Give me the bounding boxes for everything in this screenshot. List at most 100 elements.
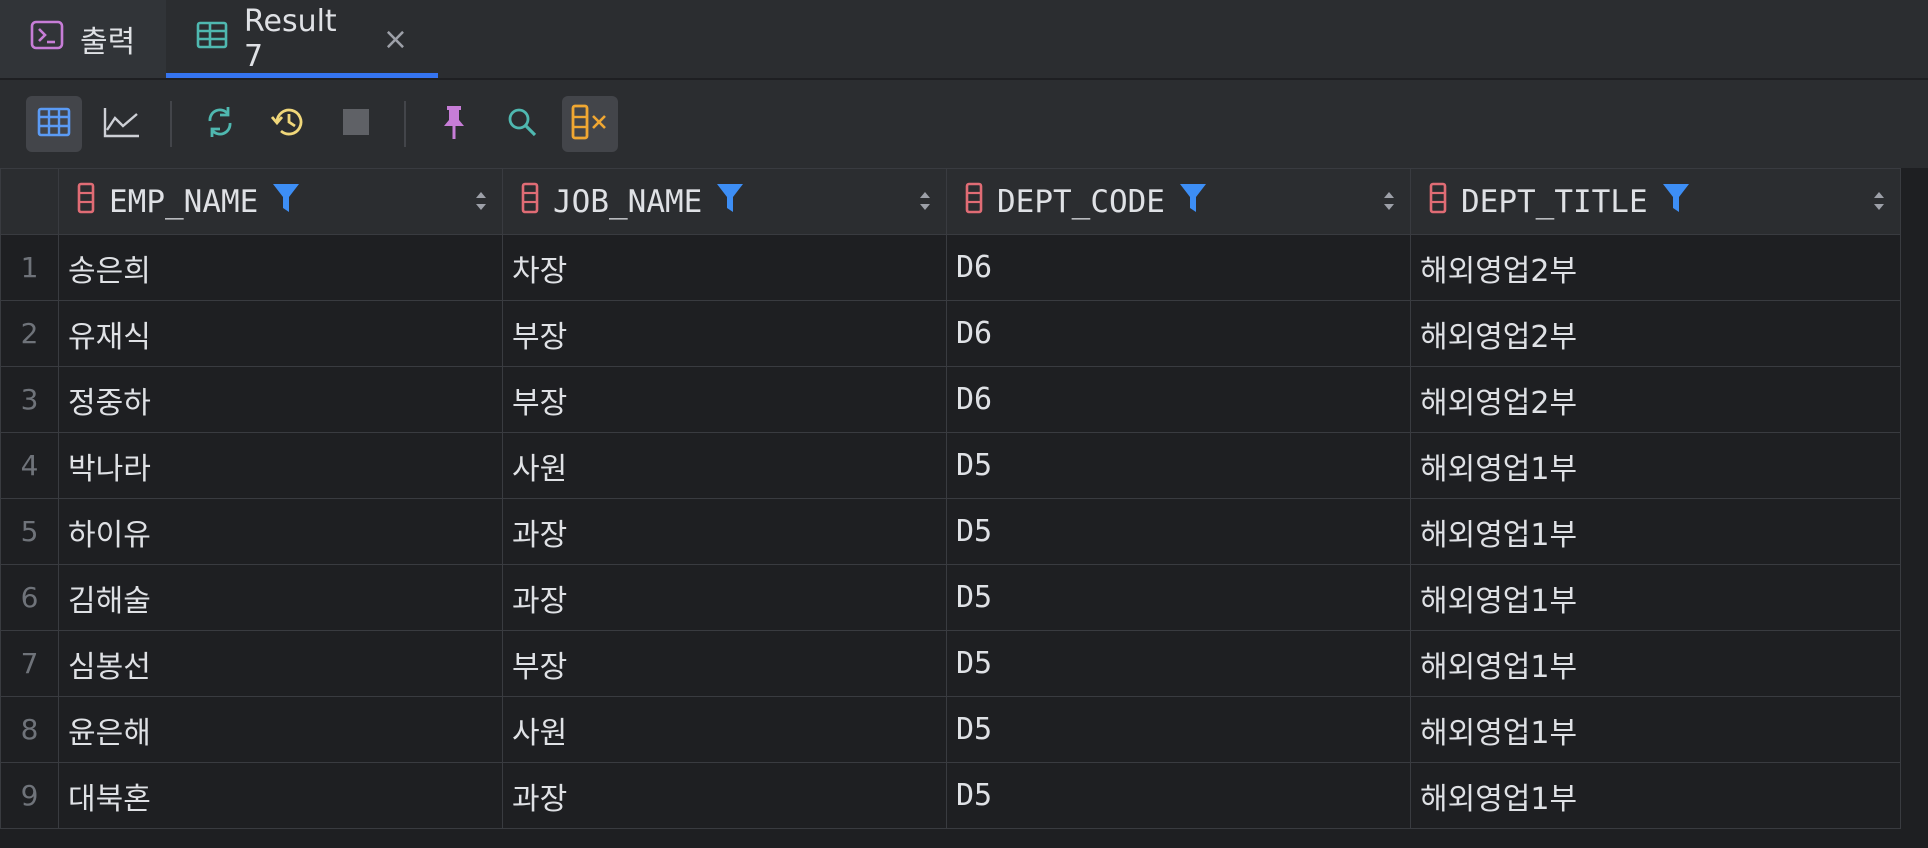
history-button[interactable] xyxy=(260,96,316,152)
row-number[interactable]: 7 xyxy=(0,630,59,697)
stop-button[interactable] xyxy=(328,96,384,152)
filter-icon[interactable] xyxy=(716,182,744,222)
row-number[interactable]: 1 xyxy=(0,234,59,301)
chart-view-button[interactable] xyxy=(94,96,150,152)
cell-emp-name[interactable]: 정중하 xyxy=(58,366,503,433)
columns-icon xyxy=(570,104,610,144)
header-row: EMP_NAME JOB_NAME DEPT_CODE DEPT_TITLE xyxy=(0,168,1901,235)
cell-emp-name[interactable]: 송은희 xyxy=(58,234,503,301)
cell-dept-title[interactable]: 해외영업1부 xyxy=(1410,630,1901,697)
cell-emp-name[interactable]: 유재식 xyxy=(58,300,503,367)
table-icon xyxy=(196,21,228,57)
stop-icon xyxy=(342,108,370,140)
cell-dept-title[interactable]: 해외영업1부 xyxy=(1410,498,1901,565)
cell-dept-code[interactable]: D5 xyxy=(946,498,1411,565)
row-number[interactable]: 2 xyxy=(0,300,59,367)
cell-job-name[interactable]: 과장 xyxy=(502,498,947,565)
column-icon xyxy=(521,182,539,222)
filter-icon[interactable] xyxy=(272,182,300,222)
cell-emp-name[interactable]: 박나라 xyxy=(58,432,503,499)
cell-emp-name[interactable]: 윤은해 xyxy=(58,696,503,763)
cell-dept-title[interactable]: 해외영업1부 xyxy=(1410,432,1901,499)
tab-result-label: Result 7 xyxy=(244,4,337,74)
table-row[interactable]: 4 박나라 사원 D5 해외영업1부 xyxy=(0,432,1901,499)
cell-job-name[interactable]: 차장 xyxy=(502,234,947,301)
column-header[interactable]: EMP_NAME xyxy=(58,168,503,235)
pin-button[interactable] xyxy=(426,96,482,152)
cell-dept-title[interactable]: 해외영업2부 xyxy=(1410,366,1901,433)
columns-button[interactable] xyxy=(562,96,618,152)
row-number[interactable]: 3 xyxy=(0,366,59,433)
chart-view-icon xyxy=(103,106,141,142)
cell-job-name[interactable]: 부장 xyxy=(502,300,947,367)
table-row[interactable]: 8 윤은해 사원 D5 해외영업1부 xyxy=(0,696,1901,763)
cell-dept-code[interactable]: D6 xyxy=(946,234,1411,301)
console-icon xyxy=(30,20,64,58)
tab-output-label: 출력 xyxy=(80,25,136,60)
cell-emp-name[interactable]: 심봉선 xyxy=(58,630,503,697)
history-icon xyxy=(270,105,306,143)
cell-dept-title[interactable]: 해외영업2부 xyxy=(1410,300,1901,367)
search-button[interactable] xyxy=(494,96,550,152)
column-icon xyxy=(965,182,983,222)
table-row[interactable]: 9 대북혼 과장 D5 해외영업1부 xyxy=(0,762,1901,829)
table-row[interactable]: 3 정중하 부장 D6 해외영업2부 xyxy=(0,366,1901,433)
sort-icon[interactable] xyxy=(1872,184,1886,220)
cell-dept-title[interactable]: 해외영업1부 xyxy=(1410,696,1901,763)
refresh-icon xyxy=(204,105,236,143)
column-name: JOB_NAME xyxy=(553,183,703,220)
cell-emp-name[interactable]: 김해술 xyxy=(58,564,503,631)
toolbar-separator xyxy=(170,101,172,147)
cell-dept-code[interactable]: D5 xyxy=(946,432,1411,499)
table-view-icon xyxy=(37,107,71,141)
column-icon xyxy=(77,182,95,222)
result-grid: EMP_NAME JOB_NAME DEPT_CODE DEPT_TITLE 1… xyxy=(0,168,1901,829)
tab-result[interactable]: Result 7 × xyxy=(166,0,438,78)
cell-job-name[interactable]: 부장 xyxy=(502,366,947,433)
cell-dept-code[interactable]: D5 xyxy=(946,762,1411,829)
cell-job-name[interactable]: 부장 xyxy=(502,630,947,697)
sort-icon[interactable] xyxy=(1382,184,1396,220)
column-header[interactable]: DEPT_TITLE xyxy=(1410,168,1901,235)
table-row[interactable]: 6 김해술 과장 D5 해외영업1부 xyxy=(0,564,1901,631)
table-view-button[interactable] xyxy=(26,96,82,152)
cell-job-name[interactable]: 과장 xyxy=(502,564,947,631)
table-row[interactable]: 2 유재식 부장 D6 해외영업2부 xyxy=(0,300,1901,367)
filter-icon[interactable] xyxy=(1662,182,1690,222)
sort-icon[interactable] xyxy=(918,184,932,220)
row-number[interactable]: 8 xyxy=(0,696,59,763)
table-row[interactable]: 7 심봉선 부장 D5 해외영업1부 xyxy=(0,630,1901,697)
cell-dept-code[interactable]: D5 xyxy=(946,630,1411,697)
grid-corner[interactable] xyxy=(0,168,59,235)
close-icon[interactable]: × xyxy=(383,22,408,57)
cell-dept-code[interactable]: D5 xyxy=(946,564,1411,631)
column-header[interactable]: DEPT_CODE xyxy=(946,168,1411,235)
column-name: EMP_NAME xyxy=(109,183,259,220)
table-row[interactable]: 1 송은희 차장 D6 해외영업2부 xyxy=(0,234,1901,301)
refresh-button[interactable] xyxy=(192,96,248,152)
row-number[interactable]: 9 xyxy=(0,762,59,829)
row-number[interactable]: 5 xyxy=(0,498,59,565)
sort-icon[interactable] xyxy=(474,184,488,220)
cell-dept-code[interactable]: D6 xyxy=(946,366,1411,433)
filter-icon[interactable] xyxy=(1179,182,1207,222)
row-number[interactable]: 6 xyxy=(0,564,59,631)
cell-job-name[interactable]: 과장 xyxy=(502,762,947,829)
cell-emp-name[interactable]: 대북혼 xyxy=(58,762,503,829)
cell-job-name[interactable]: 사원 xyxy=(502,696,947,763)
row-number[interactable]: 4 xyxy=(0,432,59,499)
cell-dept-title[interactable]: 해외영업2부 xyxy=(1410,234,1901,301)
cell-emp-name[interactable]: 하이유 xyxy=(58,498,503,565)
toolbar-separator xyxy=(404,101,406,147)
column-icon xyxy=(1429,182,1447,222)
cell-dept-title[interactable]: 해외영업1부 xyxy=(1410,564,1901,631)
tab-output[interactable]: 출력 xyxy=(0,0,166,78)
cell-dept-code[interactable]: D5 xyxy=(946,696,1411,763)
cell-dept-title[interactable]: 해외영업1부 xyxy=(1410,762,1901,829)
table-row[interactable]: 5 하이유 과장 D5 해외영업1부 xyxy=(0,498,1901,565)
search-icon xyxy=(506,106,538,142)
cell-dept-code[interactable]: D6 xyxy=(946,300,1411,367)
column-header[interactable]: JOB_NAME xyxy=(502,168,947,235)
cell-job-name[interactable]: 사원 xyxy=(502,432,947,499)
toolbar xyxy=(0,80,1928,168)
